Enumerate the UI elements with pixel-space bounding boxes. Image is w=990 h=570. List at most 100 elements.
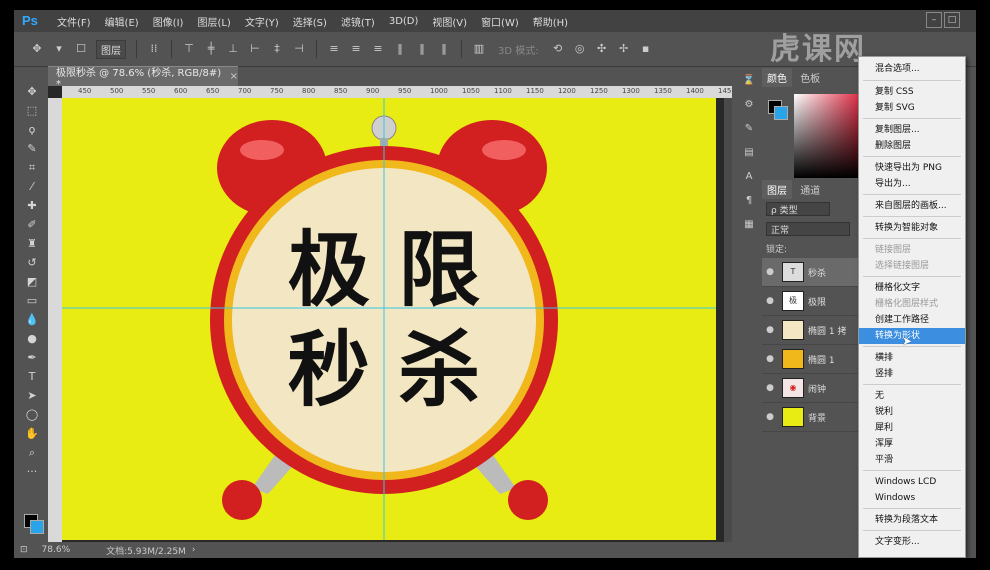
eye-icon[interactable]: ● bbox=[762, 325, 778, 335]
3d-pan-icon[interactable]: ✣ bbox=[595, 42, 609, 56]
align-hcenter-icon[interactable]: ‡ bbox=[270, 42, 284, 56]
distribute-top-icon[interactable]: ≡ bbox=[327, 42, 341, 56]
menu-item-artboard-from-layers[interactable]: 来自图层的画板... bbox=[859, 198, 965, 214]
eye-icon[interactable]: ● bbox=[762, 412, 778, 422]
pen-tool-icon[interactable]: ✒ bbox=[20, 348, 44, 367]
menu-image[interactable]: 图像(I) bbox=[146, 14, 191, 29]
menu-item-aa-smooth[interactable]: 平滑 bbox=[859, 452, 965, 468]
more-tools-icon[interactable]: ··· bbox=[20, 462, 44, 481]
bg-color-chip[interactable] bbox=[774, 106, 788, 120]
shape-tool-icon[interactable]: ◯ bbox=[20, 405, 44, 424]
layer-row-ellipse-copy[interactable]: ● 椭圆 1 拷 bbox=[762, 316, 858, 345]
3d-rotate-icon[interactable]: ⟲ bbox=[551, 42, 565, 56]
maximize-icon[interactable]: □ bbox=[944, 12, 960, 28]
menu-window[interactable]: 窗口(W) bbox=[474, 14, 526, 29]
distribute-vcenter-icon[interactable]: ≡ bbox=[349, 42, 363, 56]
menu-item-aa-none[interactable]: 无 bbox=[859, 388, 965, 404]
layer-row-miaosha[interactable]: ● T 秒杀 bbox=[762, 258, 858, 287]
3d-scale-icon[interactable]: ▪ bbox=[639, 42, 653, 56]
history-panel-icon[interactable]: ⌛ bbox=[740, 70, 758, 92]
align-top-icon[interactable]: ⊤ bbox=[182, 42, 196, 56]
layer-row-ellipse[interactable]: ● 椭圆 1 bbox=[762, 345, 858, 374]
crop-tool-icon[interactable]: ⌗ bbox=[20, 158, 44, 177]
canvas[interactable]: 极 限 秒 杀 bbox=[62, 98, 716, 540]
menu-item-windows-lcd[interactable]: Windows LCD bbox=[859, 474, 965, 490]
auto-select-checkbox-icon[interactable]: ☐ bbox=[74, 42, 88, 56]
layer-row-jixian[interactable]: ● 极 极限 bbox=[762, 287, 858, 316]
document-tab[interactable]: 极限秒杀 @ 78.6% (秒杀, RGB/8#) * × bbox=[48, 66, 238, 90]
path-select-tool-icon[interactable]: ➤ bbox=[20, 386, 44, 405]
quick-select-tool-icon[interactable]: ✎ bbox=[20, 139, 44, 158]
eye-icon[interactable]: ● bbox=[762, 354, 778, 364]
blend-mode-select[interactable]: 正常 bbox=[766, 222, 850, 236]
properties-panel-icon[interactable]: ⚙ bbox=[740, 94, 758, 116]
marquee-tool-icon[interactable]: ⬚ bbox=[20, 101, 44, 120]
eye-icon[interactable]: ● bbox=[762, 296, 778, 306]
zoom-level[interactable]: 78.6% bbox=[42, 545, 71, 555]
eyedropper-tool-icon[interactable]: ⁄ bbox=[20, 177, 44, 196]
layer-row-background[interactable]: ● 背景 bbox=[762, 403, 858, 432]
menu-item-vertical[interactable]: 竖排 bbox=[859, 366, 965, 382]
menu-item-windows[interactable]: Windows bbox=[859, 490, 965, 506]
menu-item-copy-css[interactable]: 复制 CSS bbox=[859, 84, 965, 100]
menu-filter[interactable]: 滤镜(T) bbox=[334, 14, 382, 29]
color-picker-field[interactable] bbox=[794, 94, 858, 178]
menu-3d[interactable]: 3D(D) bbox=[382, 16, 426, 27]
hand-tool-icon[interactable]: ✋ bbox=[20, 424, 44, 443]
menu-item-export-as[interactable]: 导出为... bbox=[859, 176, 965, 192]
layer-select-dropdown[interactable]: 图层 bbox=[96, 39, 126, 59]
menu-item-rasterize-type[interactable]: 栅格化文字 bbox=[859, 280, 965, 296]
menu-item-horizontal[interactable]: 横排 bbox=[859, 350, 965, 366]
menu-item-convert-smart-object[interactable]: 转换为智能对象 bbox=[859, 220, 965, 236]
blur-tool-icon[interactable]: 💧 bbox=[20, 310, 44, 329]
tab-color[interactable]: 颜色 bbox=[762, 68, 792, 87]
type-tool-icon[interactable]: T bbox=[20, 367, 44, 386]
character-panel-icon[interactable]: A bbox=[740, 166, 758, 188]
history-brush-icon[interactable]: ↺ bbox=[20, 253, 44, 272]
menu-item-delete-layer[interactable]: 删除图层 bbox=[859, 138, 965, 154]
align-bottom-icon[interactable]: ⊥ bbox=[226, 42, 240, 56]
menu-item-blending-options[interactable]: 混合选项... bbox=[859, 61, 965, 77]
layer-comps-icon[interactable]: ▦ bbox=[740, 214, 758, 236]
eraser-tool-icon[interactable]: ◩ bbox=[20, 272, 44, 291]
3d-roll-icon[interactable]: ◎ bbox=[573, 42, 587, 56]
align-right-icon[interactable]: ⊣ bbox=[292, 42, 306, 56]
status-menu-icon[interactable]: › bbox=[192, 545, 196, 555]
distribute-left-icon[interactable]: ‖ bbox=[393, 42, 407, 56]
gradient-tool-icon[interactable]: ▭ bbox=[20, 291, 44, 310]
menu-layer[interactable]: 图层(L) bbox=[190, 14, 237, 29]
dodge-tool-icon[interactable]: ● bbox=[20, 329, 44, 348]
tab-swatches[interactable]: 色板 bbox=[795, 68, 825, 87]
background-color-swatch[interactable] bbox=[30, 520, 44, 534]
paragraph-panel-icon[interactable]: ¶ bbox=[740, 190, 758, 212]
move-tool-icon[interactable]: ✥ bbox=[20, 82, 44, 101]
menu-select[interactable]: 选择(S) bbox=[286, 14, 334, 29]
lasso-tool-icon[interactable]: ϙ bbox=[20, 120, 44, 139]
zoom-tool-icon[interactable]: ⌕ bbox=[20, 443, 44, 462]
distribute-hcenter-icon[interactable]: ‖ bbox=[415, 42, 429, 56]
menu-item-aa-crisp[interactable]: 犀利 bbox=[859, 420, 965, 436]
chevron-down-icon[interactable]: ▾ bbox=[52, 42, 66, 56]
status-icon[interactable]: ⊡ bbox=[20, 545, 28, 555]
menu-item-aa-sharp[interactable]: 锐利 bbox=[859, 404, 965, 420]
tab-layers[interactable]: 图层 bbox=[762, 180, 792, 199]
menu-item-create-work-path[interactable]: 创建工作路径 bbox=[859, 312, 965, 328]
distribute-right-icon[interactable]: ‖ bbox=[437, 42, 451, 56]
layer-filter-select[interactable]: ρ 类型 bbox=[766, 202, 830, 216]
brush-tool-icon[interactable]: ✐ bbox=[20, 215, 44, 234]
menu-item-convert-paragraph-text[interactable]: 转换为段落文本 bbox=[859, 512, 965, 528]
tab-channels[interactable]: 通道 bbox=[795, 180, 825, 199]
stamp-tool-icon[interactable]: ♜ bbox=[20, 234, 44, 253]
menu-item-quick-export-png[interactable]: 快速导出为 PNG bbox=[859, 160, 965, 176]
eye-icon[interactable]: ● bbox=[762, 267, 778, 277]
close-icon[interactable]: × bbox=[230, 71, 238, 82]
menu-edit[interactable]: 编辑(E) bbox=[98, 14, 146, 29]
auto-align-icon[interactable]: ▥ bbox=[472, 42, 486, 56]
clone-source-icon[interactable]: ▤ bbox=[740, 142, 758, 164]
layer-row-alarm-clock[interactable]: ● ◉ 闹钟 bbox=[762, 374, 858, 403]
menu-item-aa-strong[interactable]: 浑厚 bbox=[859, 436, 965, 452]
3d-slide-icon[interactable]: ✢ bbox=[617, 42, 631, 56]
healing-brush-icon[interactable]: ✚ bbox=[20, 196, 44, 215]
eye-icon[interactable]: ● bbox=[762, 383, 778, 393]
menu-file[interactable]: 文件(F) bbox=[50, 14, 98, 29]
